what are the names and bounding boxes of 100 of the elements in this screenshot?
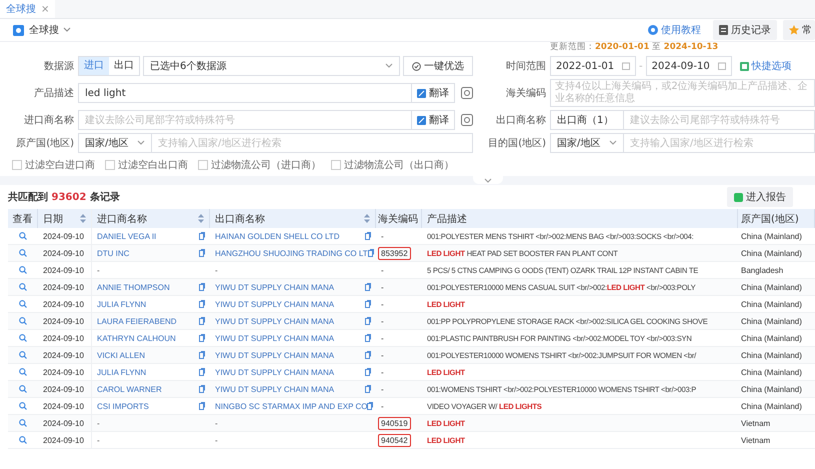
copy-icon[interactable]	[199, 249, 205, 257]
mode-tab[interactable]: 出口	[109, 57, 139, 75]
destination-input[interactable]: 支持输入国家/地区进行检索	[623, 133, 815, 153]
sort-icon[interactable]	[80, 214, 86, 223]
column-header: 出口商名称	[215, 212, 265, 226]
date-cell: 2024-09-10	[43, 232, 84, 240]
image-search-icon[interactable]	[461, 114, 473, 126]
checkbox[interactable]	[105, 160, 115, 170]
hs-code-cell-text: -	[380, 316, 385, 328]
importer-name[interactable]: ANNIE THOMPSON	[97, 282, 170, 292]
date-field[interactable]: 2024-09-10	[646, 56, 732, 76]
copy-icon[interactable]	[365, 368, 371, 376]
hs-code-cell-text: -	[380, 264, 385, 276]
exporter-name[interactable]: HANGZHOU SHUOJING TRADING CO LT	[215, 248, 368, 258]
history-button[interactable]: 历史记录	[713, 20, 777, 40]
hs-code-cell-text: -	[380, 400, 385, 412]
copy-icon[interactable]	[199, 283, 205, 291]
field-label: 海关编码	[505, 86, 547, 100]
copy-icon[interactable]	[365, 232, 371, 240]
copy-icon[interactable]	[199, 351, 205, 359]
origin-input[interactable]: 支持输入国家/地区进行检索	[151, 133, 473, 153]
importer-input[interactable]: 建议去除公司尾部字符或特殊符号	[78, 110, 412, 130]
importer-name[interactable]: VICKI ALLEN	[97, 350, 146, 360]
copy-icon[interactable]	[199, 317, 205, 325]
translate-button[interactable]: 翻译	[412, 110, 455, 130]
checkbox[interactable]	[198, 160, 208, 170]
hs-code-cell-text: -	[380, 298, 385, 310]
country-select[interactable]: 国家/地区	[550, 133, 623, 153]
copy-icon[interactable]	[199, 368, 205, 376]
data-source-select[interactable]: 已选中6个数据源	[143, 56, 400, 76]
importer-name[interactable]: KATHRYN CALHOUN	[97, 334, 176, 342]
search-icon[interactable]	[19, 402, 27, 410]
copy-icon[interactable]	[367, 402, 374, 410]
checkbox[interactable]	[331, 160, 341, 170]
exporter-name[interactable]: YIWU DT SUPPLY CHAIN MANA	[215, 368, 334, 376]
search-icon[interactable]	[19, 385, 27, 393]
close-button[interactable]: ×	[41, 4, 50, 14]
search-icon[interactable]	[19, 351, 27, 359]
sort-icon[interactable]	[198, 214, 204, 223]
collapse-toggle[interactable]	[472, 176, 502, 184]
report-button[interactable]: 进入报告	[727, 187, 793, 207]
copy-icon[interactable]	[365, 334, 371, 342]
importer-name[interactable]: CAROL WARNER	[97, 384, 162, 394]
search-icon[interactable]	[19, 436, 27, 444]
star-icon	[789, 25, 799, 35]
copy-icon[interactable]	[199, 300, 205, 308]
origin-cell: China (Mainland)	[741, 248, 802, 258]
field-label: 进口商名称	[23, 114, 75, 127]
sort-icon[interactable]	[364, 214, 370, 223]
tutorial-link[interactable]: 使用教程	[642, 20, 707, 40]
exporter-name[interactable]: YIWU DT SUPPLY CHAIN MANA	[215, 316, 334, 326]
module-select[interactable]: 全球搜	[29, 23, 71, 37]
exporter-name[interactable]: YIWU DT SUPPLY CHAIN MANA	[215, 300, 334, 308]
search-icon[interactable]	[19, 249, 27, 257]
copy-icon[interactable]	[199, 334, 205, 342]
translate-button[interactable]: 翻译	[412, 83, 455, 103]
copy-icon[interactable]	[365, 351, 371, 359]
search-icon[interactable]	[19, 266, 27, 274]
copy-icon[interactable]	[199, 402, 205, 410]
mode-tab[interactable]: 进口	[79, 57, 109, 75]
hs-code-input[interactable]: 支持4位以上海关编码，或2位海关编码加上产品描述、企业名称的任意信息	[550, 79, 815, 107]
exporter-input[interactable]: 建议去除公司尾部字符或特殊符号	[623, 110, 815, 130]
exporter-name: -	[215, 436, 218, 444]
importer-name[interactable]: DANIEL VEGA II	[97, 232, 156, 240]
checkbox[interactable]	[12, 160, 22, 170]
hs-code-cell: 940519	[378, 416, 411, 430]
page-tab[interactable]: 全球搜 ×	[0, 0, 56, 18]
search-icon[interactable]	[19, 419, 27, 427]
copy-icon[interactable]	[365, 317, 371, 325]
importer-name[interactable]: LAURA FEIERABEND	[97, 316, 177, 326]
copy-icon[interactable]	[199, 385, 205, 393]
copy-icon[interactable]	[365, 385, 371, 393]
quick-options-link[interactable]: 快捷选项	[740, 59, 792, 73]
exporter-name[interactable]: HAINAN GOLDEN SHELL CO LTD	[215, 232, 340, 240]
exporter-name[interactable]: YIWU DT SUPPLY CHAIN MANA	[215, 282, 334, 292]
country-select[interactable]: 国家/地区	[78, 133, 151, 153]
importer-name[interactable]: DTU INC	[97, 248, 130, 258]
importer-name[interactable]: JULIA FLYNN	[97, 368, 146, 376]
image-search-icon[interactable]	[461, 87, 473, 99]
search-icon[interactable]	[19, 317, 27, 325]
origin-cell: China (Mainland)	[741, 350, 802, 360]
search-icon[interactable]	[19, 368, 27, 376]
exporter-name[interactable]: YIWU DT SUPPLY CHAIN MANA	[215, 334, 334, 342]
optimize-button[interactable]: 一键优选	[403, 56, 473, 76]
search-icon[interactable]	[19, 232, 27, 240]
search-icon[interactable]	[19, 300, 27, 308]
importer-name[interactable]: JULIA FLYNN	[97, 300, 146, 308]
copy-icon[interactable]	[365, 283, 371, 291]
search-icon[interactable]	[19, 334, 27, 342]
search-icon[interactable]	[19, 283, 27, 291]
favorites-button[interactable]: 常	[783, 20, 815, 40]
date-field[interactable]: 2022-01-01	[550, 56, 636, 76]
copy-icon[interactable]	[199, 232, 205, 240]
exporter-name[interactable]: NINGBO SC STARMAX IMP AND EXP CO	[215, 402, 368, 410]
product-input[interactable]: led light	[78, 83, 412, 103]
importer-name[interactable]: CSI IMPORTS	[97, 402, 149, 410]
exporter-name[interactable]: YIWU DT SUPPLY CHAIN MANA	[215, 350, 334, 360]
exporter-name[interactable]: YIWU DT SUPPLY CHAIN MANA	[215, 384, 334, 394]
copy-icon[interactable]	[368, 249, 374, 257]
copy-icon[interactable]	[365, 300, 371, 308]
